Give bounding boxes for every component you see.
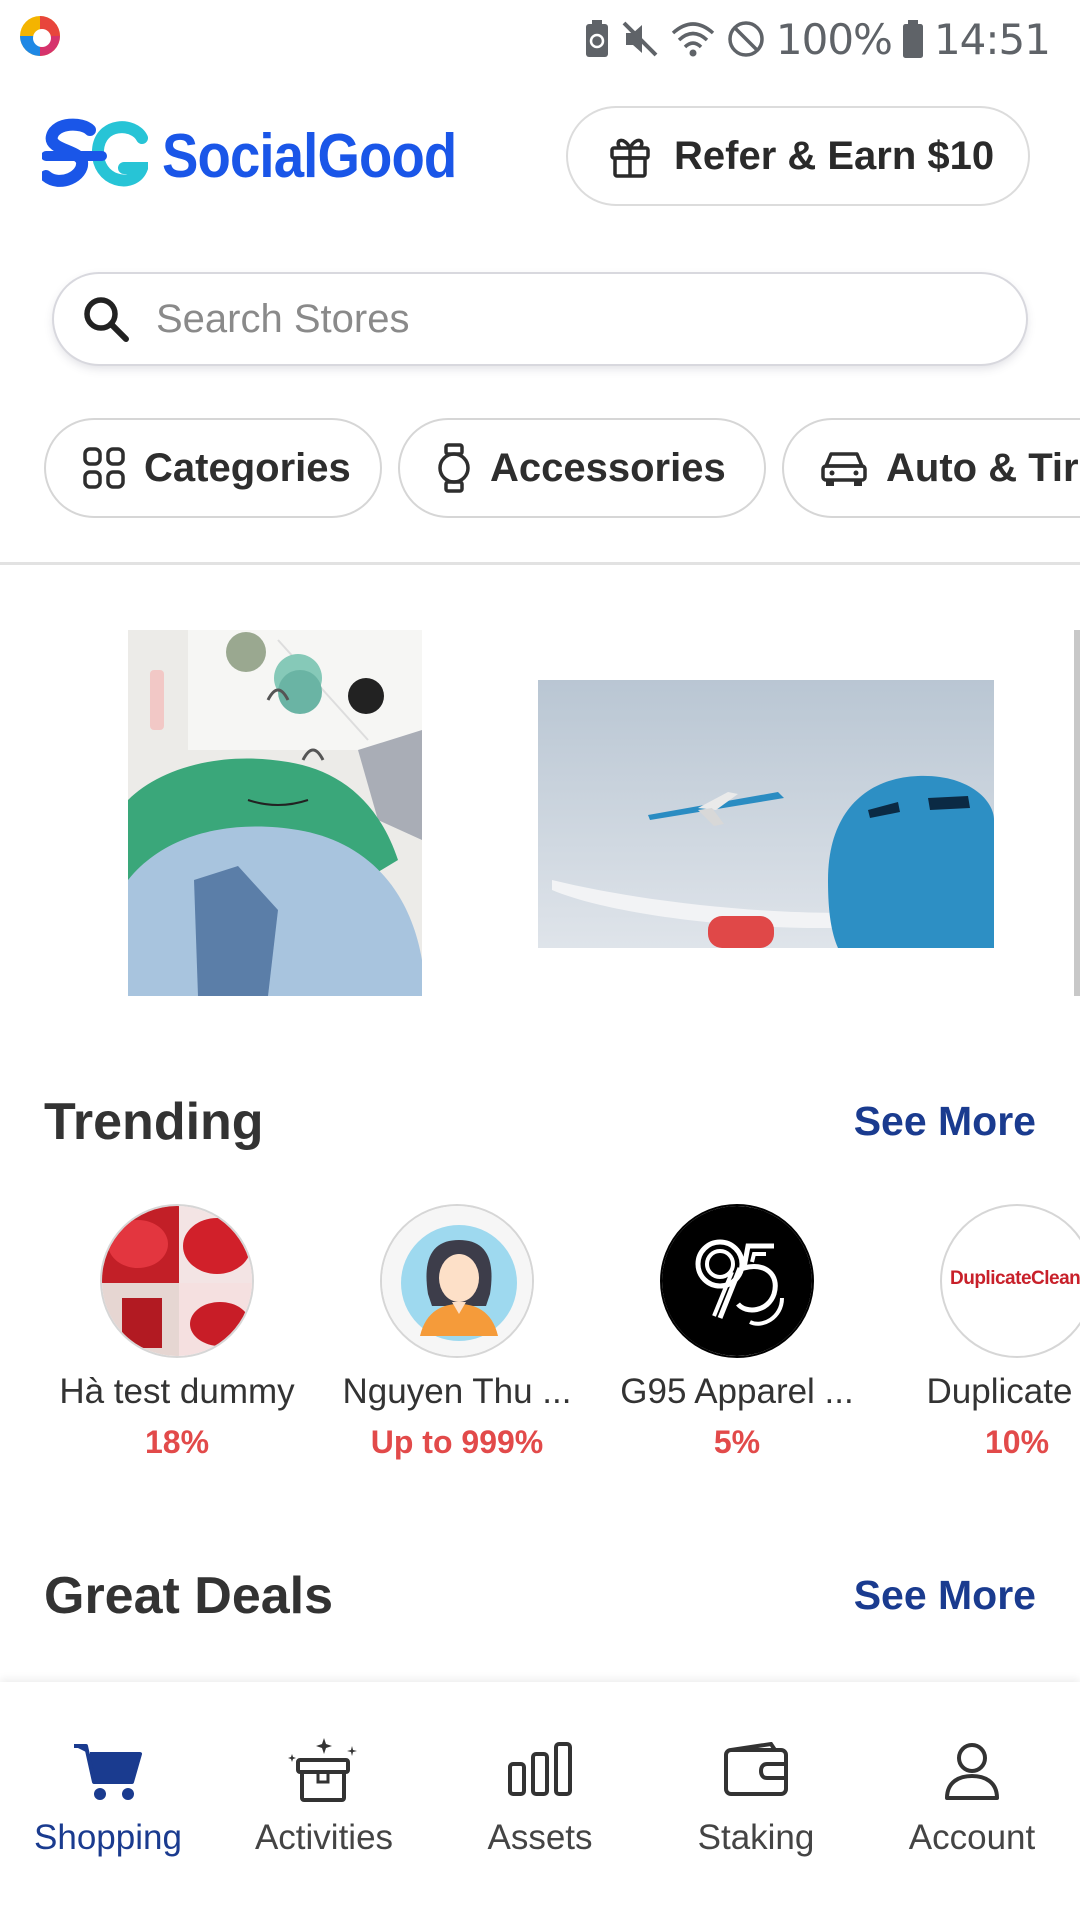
- trending-title: Trending: [44, 1093, 264, 1151]
- store-cashback: 18%: [144, 1424, 210, 1460]
- wifi-icon: [671, 22, 715, 57]
- clock: 14:51: [933, 14, 1051, 64]
- chip-label: Categories: [144, 445, 351, 490]
- status-bar: 100% 14:51: [0, 0, 1080, 78]
- search-input[interactable]: [156, 296, 956, 342]
- refer-earn-button[interactable]: Refer & Earn $10: [566, 106, 1030, 206]
- chip-accessories[interactable]: Accessories: [398, 418, 766, 518]
- store-avatar: [380, 1204, 534, 1358]
- airplane-banner[interactable]: [538, 680, 994, 948]
- blocked-icon: [728, 21, 764, 57]
- bar-chart-icon: [508, 1742, 572, 1796]
- nav-assets[interactable]: Assets: [432, 1682, 648, 1920]
- banner-next-peek: [1074, 630, 1080, 996]
- socialgood-logo-icon: [42, 118, 148, 187]
- gift-icon: [610, 138, 650, 178]
- store-avatar: [100, 1204, 254, 1358]
- search-bar[interactable]: [54, 274, 1026, 364]
- search-icon: [84, 297, 129, 342]
- great-deals-title: Great Deals: [44, 1567, 334, 1625]
- nav-label: Staking: [697, 1818, 815, 1857]
- refer-earn-label: Refer & Earn $10: [674, 133, 995, 178]
- store-avatar: DuplicateCleaner: [940, 1204, 1080, 1358]
- brand-logo[interactable]: SocialGood: [42, 118, 496, 194]
- watch-icon: [438, 443, 470, 493]
- store-name: Nguyen Thu ...: [342, 1372, 572, 1411]
- brand-name: SocialGood: [162, 121, 457, 191]
- gift-box-icon: [288, 1738, 357, 1802]
- nav-label: Account: [908, 1818, 1036, 1857]
- chip-auto-tire[interactable]: Auto & Tire: [782, 418, 1080, 518]
- store-cashback: 5%: [713, 1424, 761, 1460]
- user-icon: [945, 1743, 999, 1800]
- category-chips: Categories Accessories Auto & Tire: [0, 418, 1080, 522]
- divider: [0, 562, 1080, 565]
- chip-label: Auto & Tire: [886, 445, 1080, 490]
- store-cashback: 10%: [984, 1424, 1050, 1460]
- store-cashback: Up to 999%: [370, 1424, 544, 1460]
- store-avatar: [660, 1204, 814, 1358]
- app-header: SocialGood Refer & Earn $10: [0, 100, 1080, 220]
- store-name: G95 Apparel ...: [620, 1372, 854, 1411]
- app-notification-icon: [20, 16, 60, 56]
- car-icon: [821, 452, 867, 486]
- trending-store-item[interactable]: Nguyen Thu ... Up to 999%: [317, 1204, 597, 1461]
- clothing-banner[interactable]: [128, 630, 422, 996]
- mute-icon: [622, 21, 658, 57]
- nav-shopping[interactable]: Shopping: [0, 1682, 216, 1920]
- trending-see-more-link[interactable]: See More: [854, 1098, 1036, 1145]
- grid-icon: [83, 447, 125, 489]
- battery-percent: 100%: [775, 14, 893, 64]
- trending-store-item[interactable]: DuplicateCleaner Duplicate C 10%: [877, 1204, 1080, 1461]
- airplane-banner-image: [538, 680, 994, 948]
- nav-staking[interactable]: Staking: [648, 1682, 864, 1920]
- great-deals-see-more-link[interactable]: See More: [854, 1572, 1036, 1619]
- battery-icon: [902, 20, 923, 58]
- battery-saver-icon: [585, 20, 608, 57]
- wallet-icon: [724, 1742, 788, 1796]
- nav-activities[interactable]: Activities: [216, 1682, 432, 1920]
- nav-label: Shopping: [34, 1818, 182, 1857]
- nav-label: Assets: [487, 1818, 593, 1857]
- clothing-banner-image: [128, 630, 422, 996]
- trending-store-item[interactable]: Hà test dummy 18%: [37, 1204, 317, 1461]
- chip-categories[interactable]: Categories: [44, 418, 382, 518]
- store-logo-text: DuplicateCleaner: [950, 1268, 1080, 1289]
- nav-label: Activities: [254, 1818, 394, 1857]
- store-name: Duplicate C: [926, 1372, 1080, 1411]
- bottom-navigation: Shopping Activities Assets Staking Accou…: [0, 1682, 1080, 1920]
- nav-account[interactable]: Account: [864, 1682, 1080, 1920]
- trending-store-item[interactable]: G95 Apparel ... 5%: [597, 1204, 877, 1461]
- chip-label: Accessories: [490, 445, 726, 490]
- store-name: Hà test dummy: [59, 1372, 295, 1411]
- cart-icon: [74, 1744, 142, 1800]
